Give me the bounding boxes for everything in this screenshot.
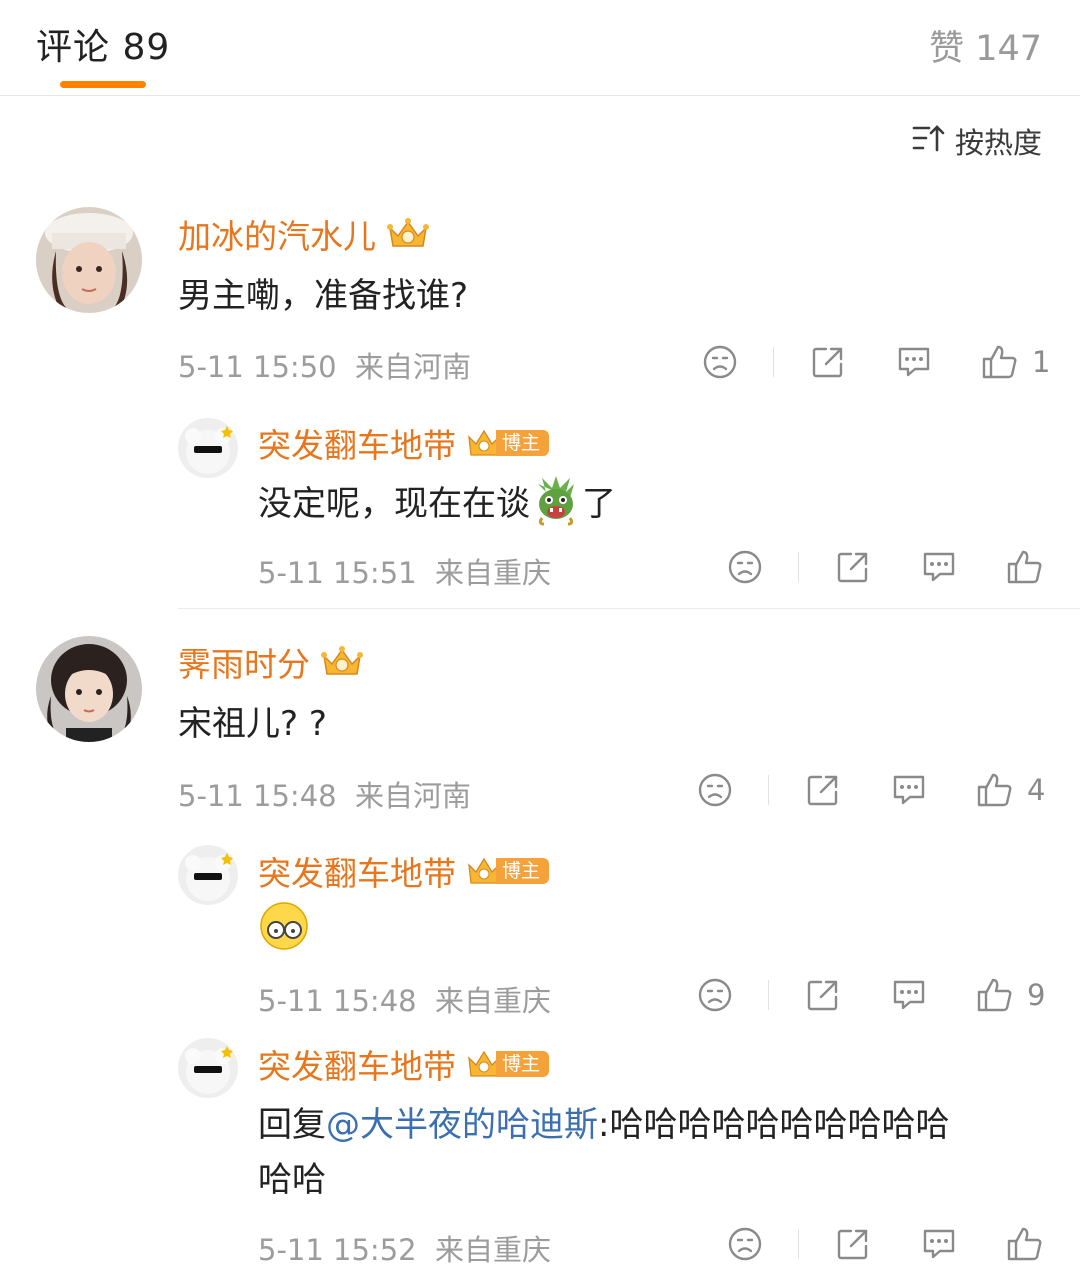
tab-likes[interactable]: 赞 147 xyxy=(929,20,1042,71)
avatar[interactable] xyxy=(178,845,238,905)
comment-text: 男主嘞，准备找谁? xyxy=(178,276,469,316)
reply-location: 来自重庆 xyxy=(435,556,552,590)
reply-icon[interactable] xyxy=(889,977,929,1013)
dislike-icon[interactable] xyxy=(695,772,735,808)
divider xyxy=(768,980,769,1010)
avatar[interactable] xyxy=(178,418,238,478)
dragon-emoji xyxy=(530,474,582,526)
comment-meta: 5-11 15:50 来自河南 xyxy=(178,344,471,386)
comment-meta: 5-11 15:48 来自河南 xyxy=(178,773,471,815)
like-icon[interactable] xyxy=(980,343,1020,381)
like-count: 9 xyxy=(1027,978,1046,1012)
author-badge: 博主 xyxy=(466,855,550,887)
active-tab-indicator xyxy=(60,81,146,88)
like-count: 1 xyxy=(1032,345,1051,379)
sort-icon xyxy=(911,123,945,160)
dislike-icon[interactable] xyxy=(725,549,765,585)
reply-username[interactable]: 突发翻车地带 博主 xyxy=(258,847,550,895)
crown-icon xyxy=(386,216,430,252)
reply-text-continued: 哈哈 xyxy=(258,1160,326,1200)
divider xyxy=(768,775,769,805)
like-icon[interactable] xyxy=(1005,548,1045,586)
mention-link[interactable]: @大半夜的哈迪斯 xyxy=(326,1105,598,1145)
tab-comments[interactable]: 评论 89 xyxy=(36,18,170,70)
reply-username[interactable]: 突发翻车地带 博主 xyxy=(258,419,550,467)
comment-time: 5-11 15:50 xyxy=(178,350,337,384)
dislike-icon[interactable] xyxy=(725,1226,765,1262)
author-badge: 博主 xyxy=(466,1048,550,1080)
reply-icon[interactable] xyxy=(894,344,934,380)
dislike-icon[interactable] xyxy=(695,977,735,1013)
divider xyxy=(798,1229,799,1259)
reply-time: 5-11 15:48 xyxy=(258,984,417,1018)
reply-icon[interactable] xyxy=(919,549,959,585)
reply-icon[interactable] xyxy=(889,772,929,808)
sort-label: 按热度 xyxy=(954,126,1042,160)
reply-meta: 5-11 15:52 来自重庆 xyxy=(258,1227,551,1269)
comment-username[interactable]: 霁雨时分 xyxy=(178,638,364,686)
reply-location: 来自重庆 xyxy=(435,984,552,1018)
reply-time: 5-11 15:52 xyxy=(258,1233,417,1267)
reply-username[interactable]: 突发翻车地带 博主 xyxy=(258,1040,550,1088)
like-icon[interactable] xyxy=(1005,1225,1045,1263)
reply-meta: 5-11 15:51 来自重庆 xyxy=(258,550,551,592)
comment-divider xyxy=(178,608,1080,609)
reply-meta: 5-11 15:48 来自重庆 xyxy=(258,978,551,1020)
sort-by-hot-button[interactable]: 按热度 xyxy=(911,120,1042,162)
comment-location: 来自河南 xyxy=(355,350,472,384)
comment-time: 5-11 15:48 xyxy=(178,779,337,813)
divider xyxy=(773,347,774,377)
like-icon[interactable] xyxy=(975,976,1015,1014)
reply-text: 回复@大半夜的哈迪斯:哈哈哈哈哈哈哈哈哈哈 xyxy=(258,1105,950,1145)
like-icon[interactable] xyxy=(975,771,1015,809)
avatar[interactable] xyxy=(36,207,142,313)
comment-location: 来自河南 xyxy=(355,779,472,813)
crown-icon xyxy=(320,644,364,680)
author-badge: 博主 xyxy=(466,427,550,459)
reply-actions xyxy=(725,1222,1045,1266)
share-icon[interactable] xyxy=(833,549,873,585)
reply-time: 5-11 15:51 xyxy=(258,556,417,590)
header-divider xyxy=(0,95,1080,96)
reply-actions xyxy=(725,545,1045,589)
like-count: 4 xyxy=(1027,773,1046,807)
comment-actions: 1 xyxy=(700,340,1050,384)
reply-text: 没定呢，现在在谈 了 xyxy=(258,474,616,526)
share-icon[interactable] xyxy=(803,977,843,1013)
avatar[interactable] xyxy=(36,636,142,742)
dislike-icon[interactable] xyxy=(700,344,740,380)
reply-icon[interactable] xyxy=(919,1226,959,1262)
glasses-face-emoji xyxy=(258,900,310,952)
share-icon[interactable] xyxy=(803,772,843,808)
share-icon[interactable] xyxy=(833,1226,873,1262)
share-icon[interactable] xyxy=(808,344,848,380)
avatar[interactable] xyxy=(178,1038,238,1098)
reply-location: 来自重庆 xyxy=(435,1233,552,1267)
comment-username[interactable]: 加冰的汽水儿 xyxy=(178,210,430,258)
comment-text: 宋祖儿? ? xyxy=(178,704,327,744)
divider xyxy=(798,552,799,582)
comment-actions: 4 xyxy=(695,768,1045,812)
reply-actions: 9 xyxy=(695,973,1045,1017)
